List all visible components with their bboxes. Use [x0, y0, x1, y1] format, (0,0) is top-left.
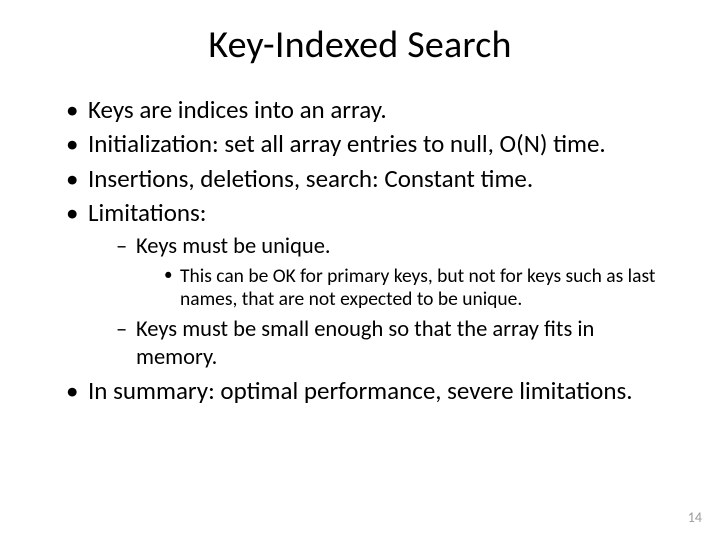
bullet-item: Initialization: set all array entries to… — [66, 128, 680, 159]
bullet-item: Keys are indices into an array. — [66, 94, 680, 125]
page-number: 14 — [688, 509, 702, 526]
bullet-item: Insertions, deletions, search: Constant … — [66, 163, 680, 194]
bullet-item: In summary: optimal performance, severe … — [66, 375, 680, 406]
subsub-bullet-item: This can be OK for primary keys, but not… — [164, 265, 680, 311]
sub-bullet-text: Keys must be unique. — [136, 233, 331, 260]
sub-bullet-list: Keys must be unique. This can be OK for … — [88, 233, 680, 371]
bullet-item: Limitations: Keys must be unique. This c… — [66, 197, 680, 372]
sub-bullet-item: Keys must be unique. This can be OK for … — [116, 233, 680, 311]
slide-title: Key-Indexed Search — [40, 22, 680, 68]
slide: Key-Indexed Search Keys are indices into… — [0, 0, 720, 540]
bullet-list: Keys are indices into an array. Initiali… — [40, 94, 680, 407]
sub-bullet-item: Keys must be small enough so that the ar… — [116, 316, 680, 371]
subsub-bullet-list: This can be OK for primary keys, but not… — [136, 265, 680, 311]
bullet-text: Limitations: — [88, 197, 206, 228]
